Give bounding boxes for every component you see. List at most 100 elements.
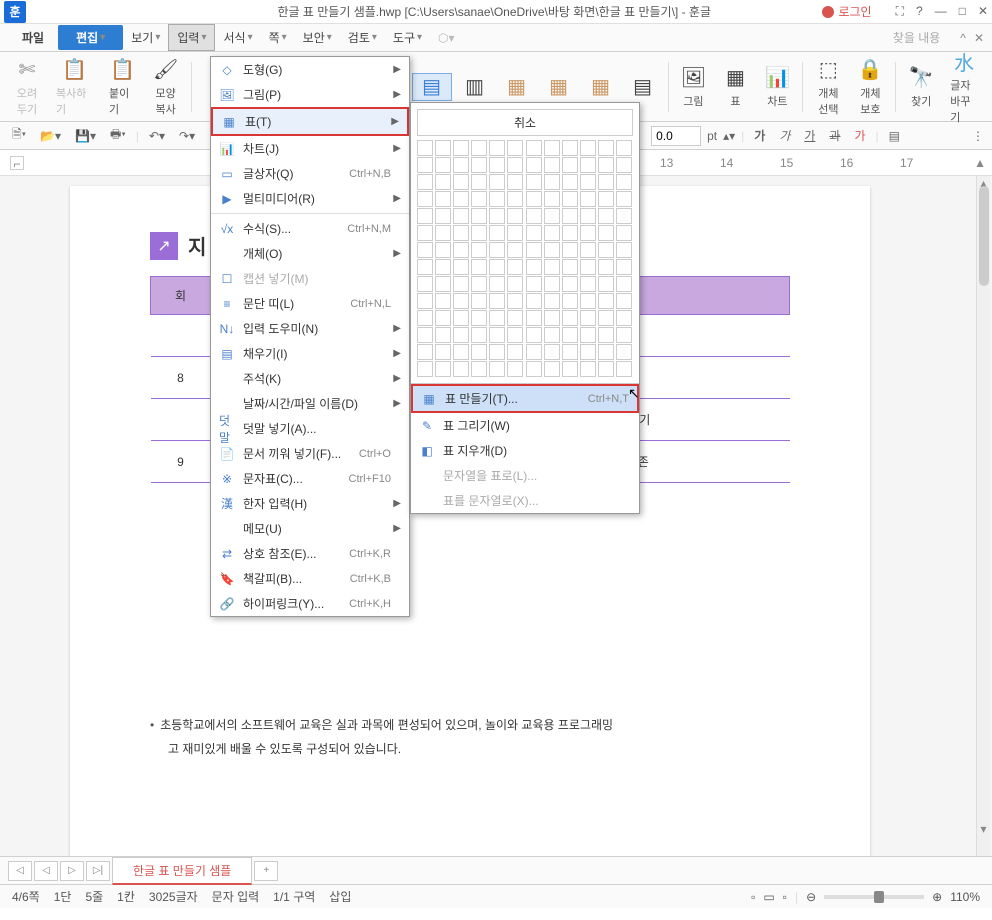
grid-cell[interactable]	[489, 225, 505, 241]
grid-cell[interactable]	[435, 276, 451, 292]
grid-cell[interactable]	[544, 361, 560, 377]
grid-cell[interactable]	[580, 361, 596, 377]
grid-cell[interactable]	[489, 259, 505, 275]
grid-cell[interactable]	[507, 327, 523, 343]
ruler-toggle[interactable]: ⌐	[10, 156, 24, 170]
grid-cell[interactable]	[435, 157, 451, 173]
grid-cell[interactable]	[471, 293, 487, 309]
grid-cell[interactable]	[526, 361, 542, 377]
fullscreen-button[interactable]: ⛶	[896, 4, 904, 19]
grid-cell[interactable]	[489, 140, 505, 156]
grid-cell[interactable]	[616, 276, 632, 292]
grid-cell[interactable]	[453, 208, 469, 224]
layout3-button[interactable]: ▦	[582, 74, 620, 100]
add-tab-button[interactable]: +	[254, 861, 278, 881]
underline-button[interactable]: 가	[800, 125, 819, 146]
menu-page[interactable]: 쪽▾	[261, 25, 295, 50]
image-button[interactable]: 🖼그림	[674, 65, 712, 109]
grid-cell[interactable]	[526, 259, 542, 275]
tab-nav-first[interactable]: ◁	[8, 861, 32, 881]
menu-item-개체o[interactable]: 개체(O)▶	[211, 241, 409, 266]
ribbon-close-button[interactable]: ✕	[974, 31, 984, 45]
grid-cell[interactable]	[507, 242, 523, 258]
grid-cell[interactable]	[598, 259, 614, 275]
grid-cell[interactable]	[544, 327, 560, 343]
grid-cell[interactable]	[471, 191, 487, 207]
grid-cell[interactable]	[453, 293, 469, 309]
layout1-button[interactable]: ▦	[498, 74, 536, 100]
grid-cell[interactable]	[489, 361, 505, 377]
menu-item-주석k[interactable]: 주석(K)▶	[211, 366, 409, 391]
grid-cell[interactable]	[507, 259, 523, 275]
menu-format[interactable]: 서식▾	[215, 25, 260, 50]
grid-cell[interactable]	[417, 174, 433, 190]
grid-cell[interactable]	[453, 259, 469, 275]
grid-cell[interactable]	[598, 208, 614, 224]
grid-cell[interactable]	[453, 157, 469, 173]
grid-cells[interactable]	[417, 140, 633, 377]
submenu-item[interactable]: ▦표 만들기(T)...Ctrl+N,T	[411, 384, 639, 413]
grid-cell[interactable]	[435, 174, 451, 190]
menu-extras[interactable]: ⬡▾	[430, 27, 463, 49]
grid-cell[interactable]	[453, 310, 469, 326]
grid-cell[interactable]	[616, 344, 632, 360]
grid-cell[interactable]	[616, 140, 632, 156]
menu-item-문단 띠l[interactable]: ≡문단 띠(L)Ctrl+N,L	[211, 291, 409, 316]
open-button[interactable]: 📂▾	[36, 127, 65, 145]
grid-cell[interactable]	[471, 225, 487, 241]
grid-cell[interactable]	[598, 157, 614, 173]
grid-cell[interactable]	[471, 208, 487, 224]
table-button[interactable]: ▦표	[716, 65, 754, 109]
tab-nav-last[interactable]: ▷|	[86, 861, 110, 881]
grid-cell[interactable]	[417, 293, 433, 309]
grid-cell[interactable]	[507, 174, 523, 190]
grid-cell[interactable]	[616, 225, 632, 241]
grid-cell[interactable]	[526, 191, 542, 207]
grid-cell[interactable]	[526, 208, 542, 224]
menu-item-덧말 넣기a[interactable]: 덧말덧말 넣기(A)...	[211, 416, 409, 441]
menu-item-차트j[interactable]: 📊차트(J)▶	[211, 136, 409, 161]
menu-item-책갈피b[interactable]: 🔖책갈피(B)...Ctrl+K,B	[211, 566, 409, 591]
grid-cell[interactable]	[489, 276, 505, 292]
grid-cell[interactable]	[544, 310, 560, 326]
grid-cell[interactable]	[417, 327, 433, 343]
grid-cell[interactable]	[526, 242, 542, 258]
bold-button[interactable]: 가	[750, 125, 769, 146]
grid-cell[interactable]	[489, 293, 505, 309]
grid-cell[interactable]	[471, 310, 487, 326]
column-button[interactable]: ▥	[456, 74, 494, 100]
grid-cell[interactable]	[616, 327, 632, 343]
menu-item-메모u[interactable]: 메모(U)▶	[211, 516, 409, 541]
grid-cell[interactable]	[562, 327, 578, 343]
menu-item-한자 입력h[interactable]: 漢한자 입력(H)▶	[211, 491, 409, 516]
menu-edit[interactable]: 편집▾	[58, 25, 123, 50]
undo-button[interactable]: ↶▾	[145, 127, 169, 145]
grid-cell[interactable]	[526, 140, 542, 156]
grid-cell[interactable]	[616, 361, 632, 377]
grid-cell[interactable]	[598, 174, 614, 190]
grid-cell[interactable]	[544, 157, 560, 173]
zoom-value[interactable]: 110%	[950, 890, 980, 904]
grid-cell[interactable]	[471, 276, 487, 292]
document-body-text[interactable]: •초등학교에서의 소프트웨어 교육은 실과 과목에 편성되어 있으며, 놀이와 …	[150, 713, 790, 761]
grid-cell[interactable]	[417, 242, 433, 258]
grid-cell[interactable]	[489, 344, 505, 360]
grid-cell[interactable]	[453, 327, 469, 343]
layout4-button[interactable]: ▤	[624, 74, 662, 100]
grid-cell[interactable]	[526, 276, 542, 292]
grid-cell[interactable]	[598, 225, 614, 241]
grid-cell[interactable]	[453, 191, 469, 207]
menu-item-글상자q[interactable]: ▭글상자(Q)Ctrl+N,B	[211, 161, 409, 186]
grid-cell[interactable]	[616, 157, 632, 173]
menu-item-표t[interactable]: ▦표(T)▶	[211, 107, 409, 136]
grid-cell[interactable]	[544, 242, 560, 258]
grid-cell[interactable]	[435, 310, 451, 326]
grid-cell[interactable]	[616, 242, 632, 258]
grid-cell[interactable]	[417, 208, 433, 224]
grid-cell[interactable]	[489, 327, 505, 343]
grid-cell[interactable]	[544, 174, 560, 190]
menu-item-그림p[interactable]: 🖼그림(P)▶	[211, 82, 409, 107]
view-mode-button[interactable]: ▭	[763, 890, 774, 904]
grid-cell[interactable]	[417, 361, 433, 377]
object-select-button[interactable]: ⬚개체 선택	[809, 57, 847, 117]
